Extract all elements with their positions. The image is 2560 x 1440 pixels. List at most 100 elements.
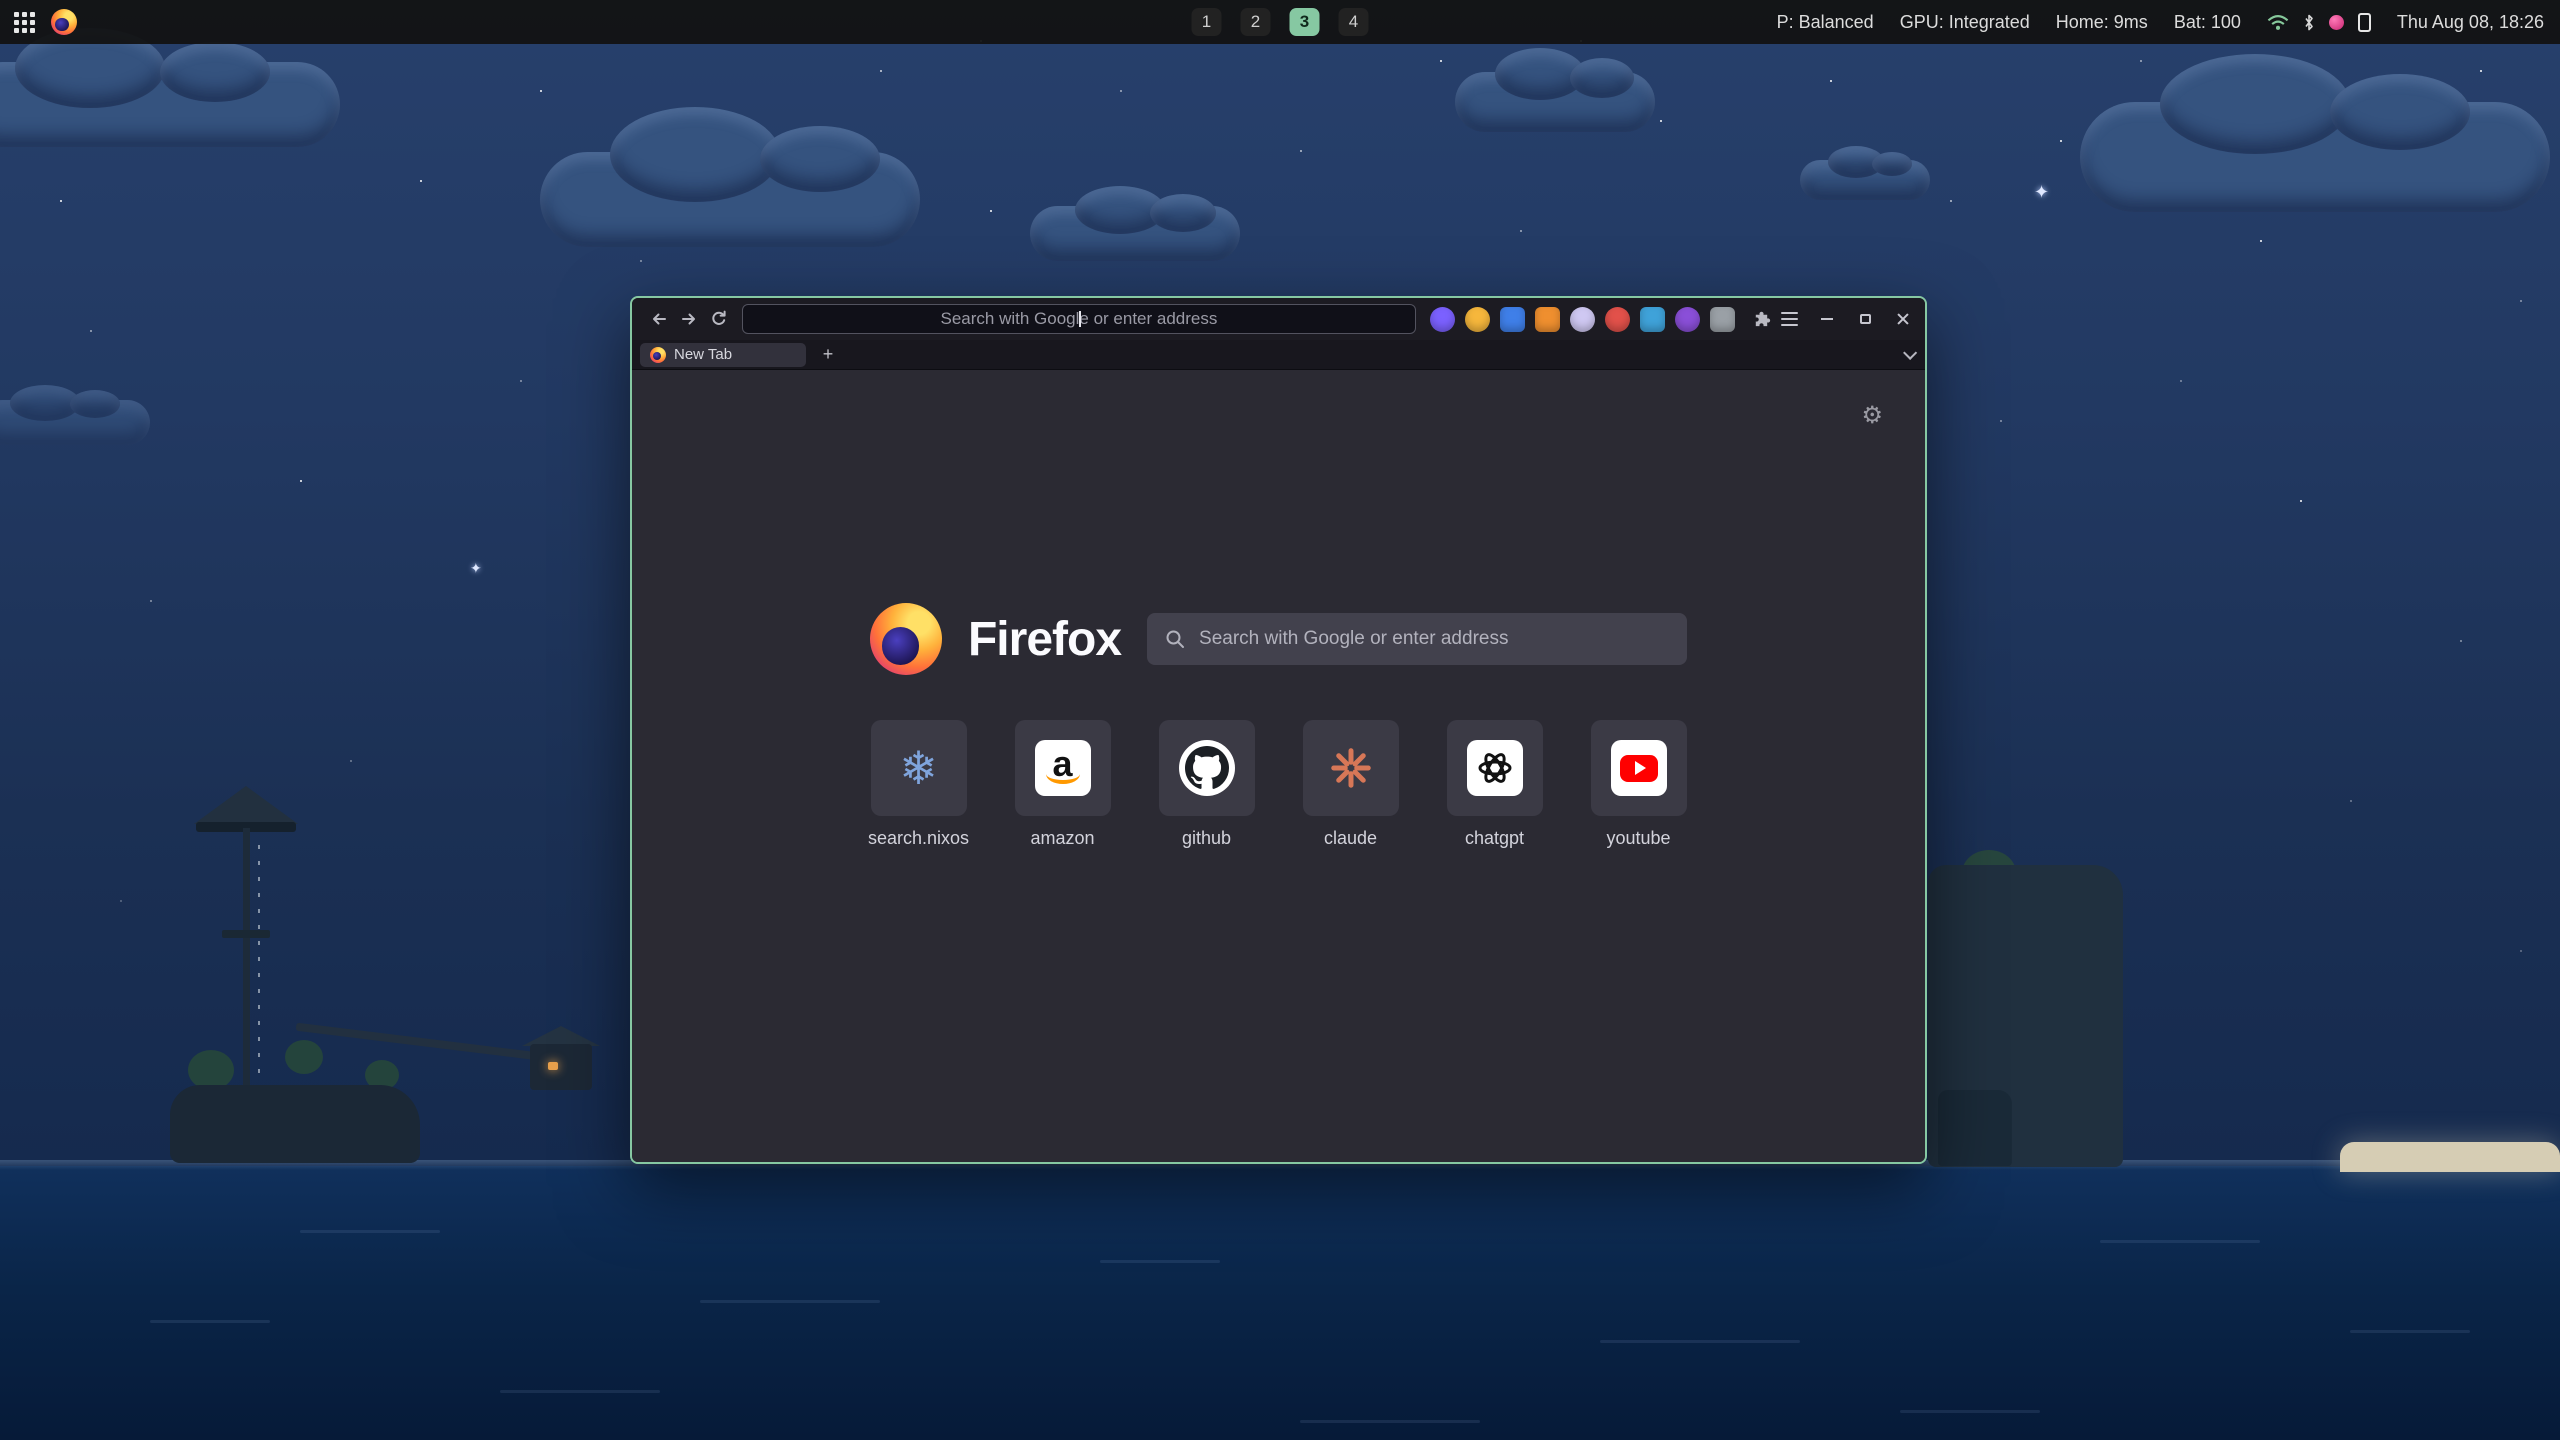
- firefox-wordmark: Firefox: [968, 612, 1121, 667]
- extensions-row: [1430, 307, 1735, 332]
- device-icon[interactable]: [2358, 13, 2371, 32]
- shortcut-claude[interactable]: claude: [1303, 720, 1399, 849]
- minimize-button[interactable]: [1819, 311, 1835, 327]
- tile-card: [1303, 720, 1399, 816]
- shortcut-chatgpt[interactable]: chatgpt: [1447, 720, 1543, 849]
- tile-label: youtube: [1606, 828, 1670, 849]
- tile-label: claude: [1324, 828, 1377, 849]
- taskbar-left: [0, 9, 77, 35]
- workspace-button-4[interactable]: 4: [1339, 8, 1369, 36]
- cloud: [0, 62, 340, 147]
- urlbar[interactable]: [742, 304, 1416, 334]
- extension-icon-7[interactable]: [1640, 307, 1665, 332]
- wallpaper-sea: [0, 1166, 2560, 1440]
- wave: [2350, 1330, 2470, 1333]
- firefox-logo: [870, 603, 942, 675]
- newtab-search[interactable]: [1147, 613, 1687, 665]
- hut-roof: [522, 1026, 600, 1046]
- bluetooth-icon[interactable]: [2303, 14, 2315, 31]
- tile-card: ❄: [871, 720, 967, 816]
- workspace-button-2[interactable]: 2: [1241, 8, 1271, 36]
- tile-label: search.nixos: [868, 828, 969, 849]
- youtube-icon: [1611, 740, 1667, 796]
- tab-title: New Tab: [674, 346, 732, 363]
- app-launcher-icon[interactable]: [14, 12, 35, 33]
- palm-bush: [285, 1040, 323, 1074]
- amazon-icon: a: [1035, 740, 1091, 796]
- maximize-button[interactable]: [1857, 311, 1873, 327]
- newtab-search-input[interactable]: [1147, 613, 1687, 665]
- firefox-window: New Tab + ⚙ Firefox ❄ search.nixos: [630, 296, 1927, 1164]
- extension-icon-2[interactable]: [1465, 307, 1490, 332]
- wave: [700, 1300, 880, 1303]
- hut-window-light: [548, 1062, 558, 1070]
- palm-bush: [188, 1050, 234, 1090]
- workspace-button-3[interactable]: 3: [1290, 8, 1320, 36]
- cloud: [1800, 160, 1930, 200]
- extensions-puzzle-icon[interactable]: [1747, 305, 1775, 333]
- battery-module[interactable]: Bat: 100: [2174, 12, 2241, 33]
- taskbar: 1 2 3 4 P: Balanced GPU: Integrated Home…: [0, 0, 2560, 44]
- tile-label: chatgpt: [1465, 828, 1524, 849]
- shortcut-search-nixos[interactable]: ❄ search.nixos: [871, 720, 967, 849]
- tile-card: [1591, 720, 1687, 816]
- watchtower-roof: [194, 786, 298, 824]
- cloud: [1455, 72, 1655, 132]
- menu-hamburger-icon[interactable]: [1775, 305, 1803, 333]
- island-right-rock: [1938, 1090, 2012, 1166]
- cloud: [1030, 206, 1240, 261]
- nixos-icon: ❄: [899, 745, 938, 791]
- watchtower-landing: [222, 930, 270, 938]
- back-button[interactable]: [644, 304, 674, 334]
- workspace-button-1[interactable]: 1: [1192, 8, 1222, 36]
- gear-icon[interactable]: ⚙: [1861, 401, 1883, 430]
- cloud: [2080, 102, 2550, 212]
- list-all-tabs-chevron-icon[interactable]: [1903, 345, 1917, 359]
- new-tab-button[interactable]: +: [816, 343, 840, 367]
- close-button[interactable]: [1895, 311, 1911, 327]
- home-latency-module[interactable]: Home: 9ms: [2056, 12, 2148, 33]
- extension-icon-6[interactable]: [1605, 307, 1630, 332]
- extension-icon-9[interactable]: [1710, 307, 1735, 332]
- sparkle-star: ✦: [470, 560, 482, 577]
- wave: [1300, 1420, 1480, 1423]
- power-profile-module[interactable]: P: Balanced: [1777, 12, 1874, 33]
- tile-label: amazon: [1030, 828, 1094, 849]
- wave: [1600, 1340, 1800, 1343]
- extension-icon-8[interactable]: [1675, 307, 1700, 332]
- cloud: [540, 152, 920, 247]
- wave: [150, 1320, 270, 1323]
- shortcut-github[interactable]: github: [1159, 720, 1255, 849]
- firefox-launcher-icon[interactable]: [51, 9, 77, 35]
- reload-button[interactable]: [704, 304, 734, 334]
- claude-icon: [1328, 745, 1374, 791]
- shortcut-tiles: ❄ search.nixos a amazon: [632, 720, 1925, 849]
- clock-module[interactable]: Thu Aug 08, 18:26: [2397, 12, 2544, 33]
- color-indicator-icon[interactable]: [2329, 15, 2344, 30]
- extension-icon-3[interactable]: [1500, 307, 1525, 332]
- gpu-module[interactable]: GPU: Integrated: [1900, 12, 2030, 33]
- newtab-page: ⚙ Firefox ❄ search.nixos: [632, 371, 1925, 1162]
- wifi-icon[interactable]: [2267, 14, 2289, 31]
- wave: [300, 1230, 440, 1233]
- forward-button[interactable]: [674, 304, 704, 334]
- search-icon: [1165, 629, 1185, 649]
- wave: [2100, 1240, 2260, 1243]
- shortcut-amazon[interactable]: a amazon: [1015, 720, 1111, 849]
- wave: [1100, 1260, 1220, 1263]
- text-caret: [1079, 311, 1081, 327]
- firefox-tab-icon: [650, 347, 666, 363]
- extension-icon-1[interactable]: [1430, 307, 1455, 332]
- newtab-hero: Firefox: [632, 603, 1925, 675]
- tile-card: a: [1015, 720, 1111, 816]
- shortcut-youtube[interactable]: youtube: [1591, 720, 1687, 849]
- tab-new-tab[interactable]: New Tab: [640, 343, 806, 367]
- amazon-swoosh: [1046, 772, 1080, 784]
- extension-icon-4[interactable]: [1535, 307, 1560, 332]
- tile-label: github: [1182, 828, 1231, 849]
- browser-toolbar: [632, 298, 1925, 340]
- extension-icon-5[interactable]: [1570, 307, 1595, 332]
- tile-card: [1159, 720, 1255, 816]
- sandbar: [2340, 1142, 2560, 1172]
- cloud: [0, 400, 150, 445]
